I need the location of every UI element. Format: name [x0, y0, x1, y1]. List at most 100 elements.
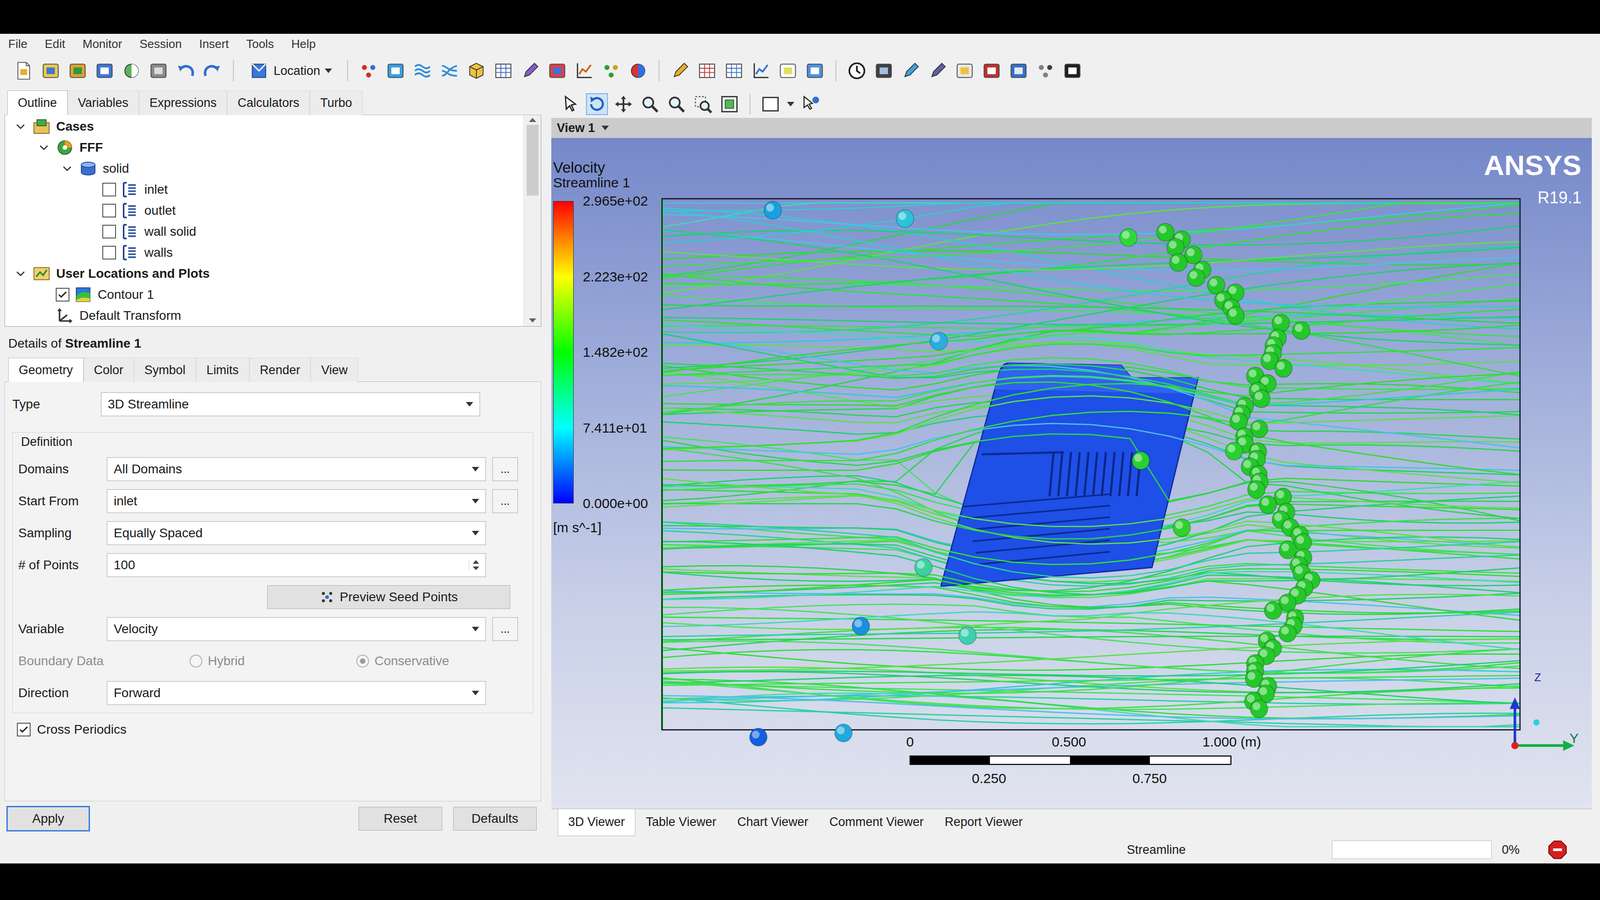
- menu-item[interactable]: Edit: [44, 35, 66, 53]
- visibility-checkbox[interactable]: [55, 287, 70, 302]
- visibility-checkbox[interactable]: [102, 224, 117, 239]
- particle-track-icon[interactable]: [601, 60, 622, 81]
- tab[interactable]: View: [310, 357, 359, 383]
- mesh-icon[interactable]: [981, 60, 1002, 81]
- compare-icon[interactable]: [1008, 60, 1029, 81]
- tab[interactable]: Expressions: [138, 90, 228, 116]
- collapse-arrow-icon[interactable]: [61, 163, 73, 175]
- zoom-in-icon[interactable]: [666, 94, 687, 115]
- chart-icon[interactable]: [750, 60, 771, 81]
- menu-item[interactable]: Tools: [246, 35, 275, 53]
- reset-button[interactable]: Reset: [358, 806, 443, 831]
- zoom-icon[interactable]: [639, 94, 661, 115]
- preview-seed-points-button[interactable]: Preview Seed Points: [267, 585, 511, 609]
- field-select[interactable]: Velocity: [106, 617, 486, 641]
- expression-icon[interactable]: [670, 60, 691, 81]
- apply-button[interactable]: Apply: [6, 805, 90, 832]
- tree-item[interactable]: FFF: [8, 137, 524, 159]
- help-icon[interactable]: [800, 94, 821, 115]
- view-name[interactable]: View 1: [556, 118, 596, 138]
- report-icon[interactable]: [804, 60, 825, 81]
- defaults-button[interactable]: Defaults: [453, 806, 537, 831]
- isosurface-icon[interactable]: [412, 60, 433, 81]
- stop-icon[interactable]: [1547, 839, 1569, 861]
- tree-scrollbar[interactable]: [523, 115, 541, 327]
- tree-item[interactable]: inlet: [8, 179, 524, 201]
- load-results-icon[interactable]: [67, 60, 88, 81]
- points-spinbox[interactable]: 100: [106, 553, 486, 577]
- location-dropdown[interactable]: Location: [244, 58, 337, 83]
- field-select[interactable]: inlet: [106, 489, 486, 513]
- viewport-layout-icon[interactable]: [760, 94, 781, 115]
- zoom-box-icon[interactable]: [692, 94, 713, 115]
- turbo-surface-icon[interactable]: [574, 60, 595, 81]
- streamline-icon[interactable]: [439, 60, 460, 81]
- probe-icon[interactable]: [900, 60, 921, 81]
- macro-icon[interactable]: [954, 60, 975, 81]
- redo-icon[interactable]: [202, 60, 223, 81]
- pipette-icon[interactable]: [927, 60, 948, 81]
- tree-item[interactable]: Contour 1: [8, 284, 524, 306]
- color-legend[interactable]: VelocityStreamline 12.965e+022.223e+021.…: [553, 159, 649, 538]
- refresh-icon[interactable]: [121, 60, 142, 81]
- tab[interactable]: Symbol: [133, 357, 196, 383]
- field-select[interactable]: Equally Spaced: [106, 521, 486, 545]
- comment-icon[interactable]: [777, 60, 798, 81]
- scroll-thumb[interactable]: [526, 124, 539, 196]
- legend-icon[interactable]: [547, 60, 568, 81]
- case-comparison-icon[interactable]: [1035, 60, 1056, 81]
- new-session-icon[interactable]: [13, 60, 34, 81]
- menu-item[interactable]: Insert: [199, 35, 229, 53]
- tab[interactable]: Chart Viewer: [726, 808, 819, 837]
- color-map-icon[interactable]: [628, 60, 649, 81]
- tab[interactable]: Color: [83, 357, 135, 383]
- load-state-icon[interactable]: [40, 60, 61, 81]
- tree-item[interactable]: outlet: [8, 200, 524, 222]
- collapse-arrow-icon[interactable]: [15, 121, 27, 133]
- dropdown-arrow-icon[interactable]: [601, 125, 609, 131]
- spin-up-icon[interactable]: [472, 559, 480, 564]
- tab[interactable]: Outline: [7, 90, 68, 116]
- field-select[interactable]: Forward: [106, 681, 486, 705]
- animation-icon[interactable]: [873, 60, 894, 81]
- 3d-viewport[interactable]: VelocityStreamline 12.965e+022.223e+021.…: [551, 137, 1592, 809]
- visibility-checkbox[interactable]: [102, 245, 117, 260]
- browse-button[interactable]: ...: [492, 457, 518, 481]
- collapse-arrow-icon[interactable]: [15, 268, 27, 280]
- tab[interactable]: Table Viewer: [635, 808, 727, 837]
- menu-item[interactable]: Session: [139, 35, 182, 53]
- scroll-up-icon[interactable]: [528, 117, 537, 122]
- tab[interactable]: Comment Viewer: [818, 808, 935, 837]
- dropdown-arrow-icon[interactable]: [786, 101, 795, 107]
- function-calculator-icon[interactable]: [697, 60, 718, 81]
- visibility-checkbox[interactable]: [102, 182, 117, 197]
- spin-down-icon[interactable]: [472, 566, 480, 571]
- cross-periodics-checkbox[interactable]: [16, 722, 31, 737]
- snapshot-icon[interactable]: [148, 60, 169, 81]
- tree-item[interactable]: wall solid: [8, 221, 524, 243]
- undo-icon[interactable]: [175, 60, 196, 81]
- cross-periodics-row[interactable]: Cross Periodics: [12, 714, 534, 745]
- console-icon[interactable]: [1062, 60, 1083, 81]
- browse-button[interactable]: ...: [492, 617, 518, 641]
- fit-view-icon[interactable]: [719, 94, 740, 115]
- browse-button[interactable]: ...: [492, 489, 518, 513]
- tree-item[interactable]: Cases: [8, 116, 524, 138]
- pan-icon[interactable]: [613, 94, 634, 115]
- save-state-icon[interactable]: [94, 60, 115, 81]
- menu-item[interactable]: Monitor: [82, 35, 123, 53]
- tab[interactable]: Limits: [195, 357, 250, 383]
- tree-item[interactable]: Default Transform: [8, 305, 524, 327]
- tab[interactable]: Render: [249, 357, 312, 383]
- menu-item[interactable]: Help: [291, 35, 316, 53]
- plane-icon[interactable]: [385, 60, 406, 81]
- tab[interactable]: 3D Viewer: [557, 808, 636, 837]
- tab[interactable]: Report Viewer: [934, 808, 1034, 837]
- collapse-arrow-icon[interactable]: [38, 142, 50, 154]
- spin-arrows-icon[interactable]: [468, 559, 480, 571]
- type-select[interactable]: 3D Streamline: [100, 392, 481, 417]
- tree-item[interactable]: solid: [8, 158, 524, 180]
- rotate-icon[interactable]: [586, 94, 608, 115]
- timestep-icon[interactable]: [846, 60, 867, 81]
- volume-icon[interactable]: [466, 60, 487, 81]
